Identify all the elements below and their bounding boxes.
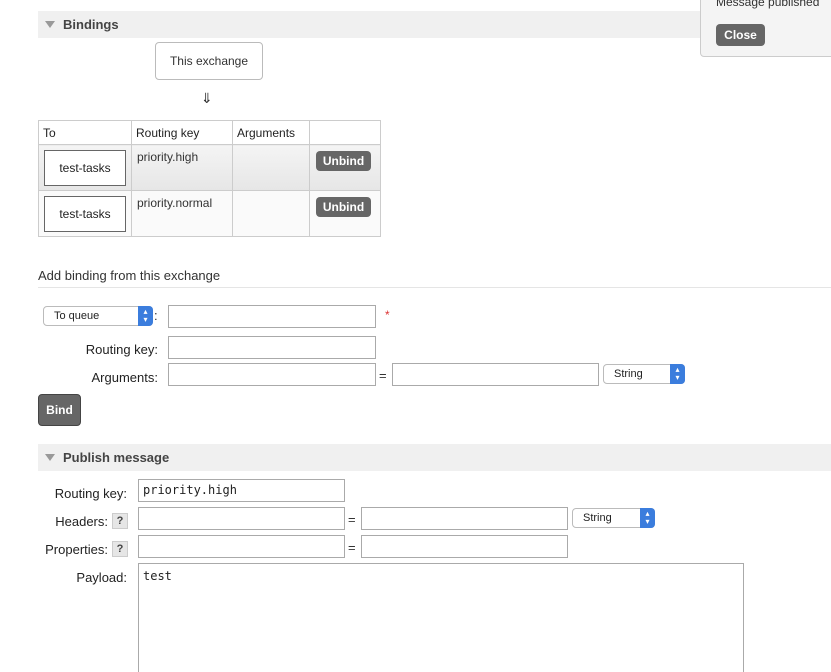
- page: Bindings This exchange ⇓ To Routing key …: [0, 0, 831, 672]
- header-key-input[interactable]: [138, 507, 345, 530]
- cell-routing-key: priority.normal: [131, 190, 233, 237]
- binding-argument-type-value: String: [614, 368, 643, 380]
- header-to: To: [38, 120, 132, 145]
- collapse-triangle-icon[interactable]: [45, 21, 55, 28]
- bindings-title: Bindings: [63, 17, 119, 32]
- header-actions: [309, 120, 381, 145]
- properties-label: Properties:: [45, 542, 108, 557]
- table-row: test-tasks priority.normal Unbind: [38, 190, 381, 237]
- unbind-button[interactable]: Unbind: [316, 197, 371, 217]
- binding-routing-key-label: Routing key:: [85, 342, 158, 357]
- payload-textarea[interactable]: test: [138, 563, 744, 672]
- popup-message: Message published: [716, 0, 820, 9]
- headers-label: Headers:: [55, 514, 108, 529]
- header-type-select[interactable]: String ▴ ▾: [572, 508, 655, 528]
- header-routing-key: Routing key: [131, 120, 233, 145]
- required-marker: *: [385, 308, 390, 322]
- destination-input[interactable]: [168, 305, 376, 328]
- binding-arguments-label: Arguments:: [91, 370, 158, 385]
- cell-to: test-tasks: [38, 190, 132, 237]
- equals-sign: =: [348, 540, 356, 555]
- arguments-text: [233, 191, 309, 196]
- equals-sign: =: [379, 368, 387, 383]
- cell-arguments: [232, 144, 310, 191]
- cell-to: test-tasks: [38, 144, 132, 191]
- property-key-input[interactable]: [138, 535, 345, 558]
- close-button[interactable]: Close: [716, 24, 765, 46]
- binding-argument-key-input[interactable]: [168, 363, 376, 386]
- queue-link[interactable]: test-tasks: [44, 196, 126, 232]
- cell-action: Unbind: [309, 144, 381, 191]
- destination-type-value: To queue: [54, 310, 100, 322]
- chevron-updown-icon: ▴ ▾: [670, 364, 685, 384]
- colon-separator: :: [154, 308, 158, 323]
- routing-key-text: priority.normal: [137, 196, 213, 210]
- queue-link[interactable]: test-tasks: [44, 150, 126, 186]
- publish-section-header[interactable]: Publish message: [38, 444, 831, 471]
- cell-action: Unbind: [309, 190, 381, 237]
- table-row: test-tasks priority.high Unbind: [38, 144, 381, 191]
- unbind-button[interactable]: Unbind: [316, 151, 371, 171]
- arguments-text: [233, 145, 309, 150]
- cell-arguments: [232, 190, 310, 237]
- chevron-updown-icon: ▴ ▾: [138, 306, 153, 326]
- payload-label: Payload:: [76, 570, 127, 585]
- chevron-updown-icon: ▴ ▾: [640, 508, 655, 528]
- collapse-triangle-icon[interactable]: [45, 454, 55, 461]
- binding-argument-type-select[interactable]: String ▴ ▾: [603, 364, 685, 384]
- binding-routing-key-input[interactable]: [168, 336, 376, 359]
- destination-type-select[interactable]: To queue ▴ ▾: [43, 306, 153, 326]
- equals-sign: =: [348, 512, 356, 527]
- publish-routing-key-label: Routing key:: [54, 486, 127, 501]
- header-arguments: Arguments: [232, 120, 310, 145]
- message-published-popup: Message published Close: [700, 0, 831, 57]
- header-value-input[interactable]: [361, 507, 568, 530]
- publish-routing-key-input[interactable]: priority.high: [138, 479, 345, 502]
- binding-argument-value-input[interactable]: [392, 363, 599, 386]
- bindings-table-header: To Routing key Arguments: [38, 120, 381, 145]
- header-type-value: String: [583, 512, 612, 524]
- arrow-down-icon: ⇓: [201, 90, 213, 106]
- cell-routing-key: priority.high: [131, 144, 233, 191]
- bind-button[interactable]: Bind: [38, 394, 81, 426]
- add-binding-heading: Add binding from this exchange: [38, 268, 831, 288]
- headers-help-icon[interactable]: ?: [112, 513, 128, 529]
- publish-title: Publish message: [63, 450, 170, 465]
- this-exchange-box: This exchange: [155, 42, 263, 80]
- routing-key-text: priority.high: [137, 150, 199, 164]
- properties-help-icon[interactable]: ?: [112, 541, 128, 557]
- bindings-table: To Routing key Arguments test-tasks prio…: [38, 120, 381, 237]
- property-value-input[interactable]: [361, 535, 568, 558]
